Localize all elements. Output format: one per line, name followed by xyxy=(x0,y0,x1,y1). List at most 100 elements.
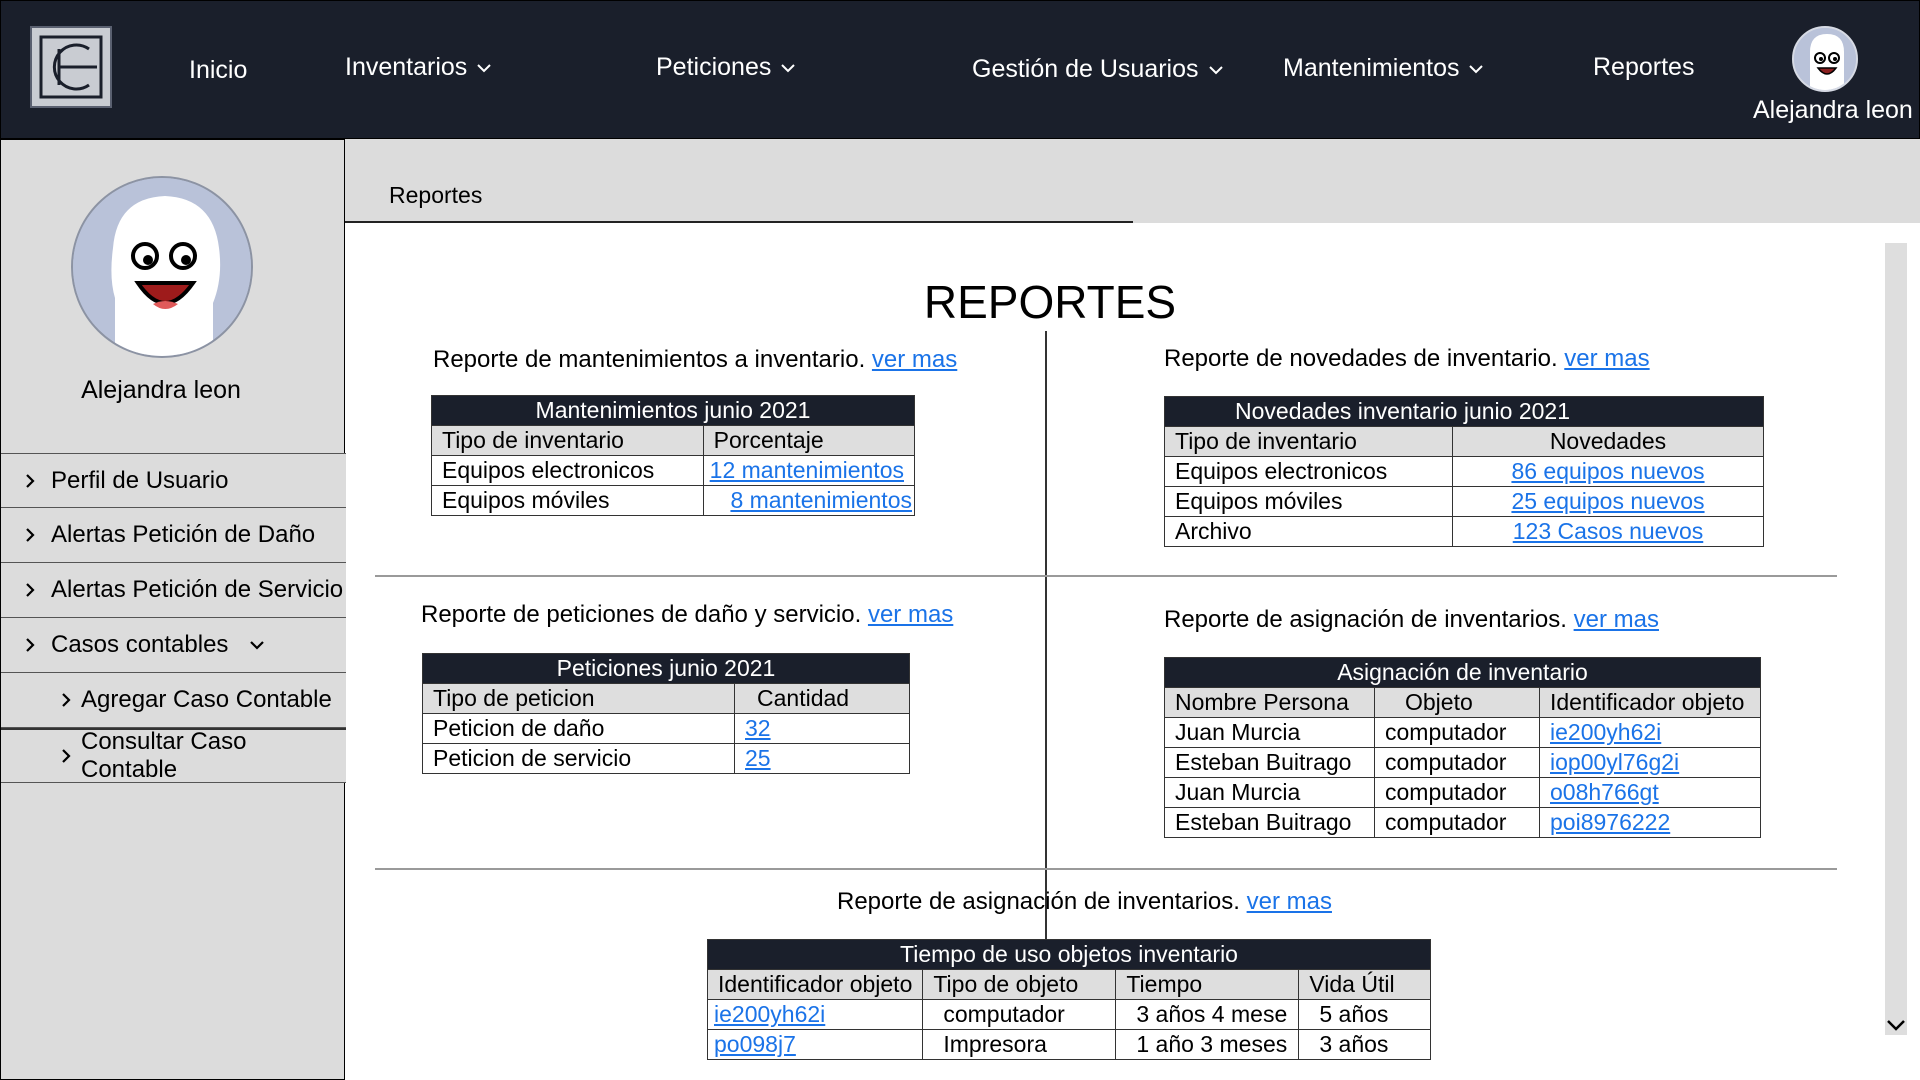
chevron-right-icon xyxy=(62,749,71,763)
ver-mas-link[interactable]: ver mas xyxy=(868,601,953,628)
report-novedades-title: Reporte de novedades de inventario. ver … xyxy=(1164,345,1650,373)
nav-inicio[interactable]: Inicio xyxy=(189,56,247,85)
avatar-face-icon xyxy=(1794,28,1856,90)
table-row: Esteban Buitrago computador poi8976222 xyxy=(1164,807,1761,838)
table-cell-link[interactable]: 12 mantenimientos xyxy=(710,457,904,483)
breadcrumb[interactable]: Reportes xyxy=(389,182,482,209)
chevron-right-icon xyxy=(26,528,35,542)
table-cell: Equipos electronicos xyxy=(1164,456,1453,487)
table-cell-link[interactable]: ie200yh62i xyxy=(1550,719,1661,745)
table-row: Equipos móviles 8 mantenimientos xyxy=(431,485,916,516)
nav-mantenimientos[interactable]: Mantenimientos xyxy=(1283,54,1485,83)
report-tiempo-uso-title: Reporte de asignación de inventarios. ve… xyxy=(837,888,1332,916)
table-cell-link[interactable]: po098j7 xyxy=(714,1031,796,1057)
table-cell-link[interactable]: iop00yl76g2i xyxy=(1550,749,1679,775)
table-cell-link[interactable]: 8 mantenimientos xyxy=(730,487,912,513)
user-avatar[interactable] xyxy=(1792,26,1858,92)
chevron-down-icon xyxy=(477,63,492,72)
table-header-row: Tipo de inventario Novedades xyxy=(1164,426,1764,457)
nav-reportes[interactable]: Reportes xyxy=(1593,53,1694,82)
ver-mas-link[interactable]: ver mas xyxy=(1574,606,1659,633)
table-cell: computador xyxy=(922,999,1117,1030)
chevron-down-icon xyxy=(1469,64,1484,73)
sidebar-item-alertas-dano[interactable]: Alertas Petición de Daño xyxy=(1,508,346,563)
table-title: Asignación de inventario xyxy=(1164,657,1761,688)
column-header: Objeto xyxy=(1374,687,1540,718)
scroll-down-icon[interactable] xyxy=(1883,1012,1909,1038)
nav-reportes-label: Reportes xyxy=(1593,53,1695,81)
reports-content: REPORTES Reporte de mantenimientos a inv… xyxy=(345,223,1885,1080)
report-asignacion-title: Reporte de asignación de inventarios. ve… xyxy=(1164,606,1659,634)
table-row: ie200yh62i computador 3 años 4 mese 5 añ… xyxy=(706,999,1431,1030)
table-cell: Peticion de daño xyxy=(422,713,735,744)
table-cell-link[interactable]: 86 equipos nuevos xyxy=(1511,458,1704,484)
table-title: Tiempo de uso objetos inventario xyxy=(707,939,1431,970)
sidebar-item-label: Agregar Caso Contable xyxy=(81,686,332,713)
table-cell: computador xyxy=(1374,807,1540,838)
table-cell-link[interactable]: poi8976222 xyxy=(1550,809,1670,835)
table-row: Peticion de servicio 25 xyxy=(422,743,910,774)
profile-avatar xyxy=(71,176,253,358)
sidebar-item-agregar-caso[interactable]: Agregar Caso Contable xyxy=(1,673,346,728)
column-header: Tipo de inventario xyxy=(431,425,704,456)
ver-mas-link[interactable]: ver mas xyxy=(872,346,957,373)
table-cell-link[interactable]: 32 xyxy=(745,715,771,741)
column-header: Identificador objeto xyxy=(706,969,924,1000)
nav-gestion-usuarios-label: Gestión de Usuarios xyxy=(972,55,1199,83)
sidebar-item-perfil[interactable]: Perfil de Usuario xyxy=(1,453,346,508)
sidebar-item-label: Alertas Petición de Daño xyxy=(51,521,316,548)
chevron-down-icon xyxy=(250,641,265,650)
sidebar: Alejandra leon Perfil de Usuario Alertas… xyxy=(0,139,346,1080)
table-row: Juan Murcia computador o08h766gt xyxy=(1164,777,1761,808)
chevron-right-icon xyxy=(62,693,71,707)
report-mantenimientos-title: Reporte de mantenimientos a inventario. … xyxy=(433,346,957,374)
sidebar-item-label: Casos contables xyxy=(51,631,229,658)
sidebar-item-label: Consultar Caso Contable xyxy=(81,728,247,783)
nav-peticiones[interactable]: Peticiones xyxy=(656,53,797,82)
table-cell: 3 años xyxy=(1298,1029,1431,1060)
content-scrollbar[interactable] xyxy=(1885,243,1907,1035)
table-cell: 5 años xyxy=(1298,999,1431,1030)
column-header: Porcentaje xyxy=(702,425,916,456)
table-row: Equipos móviles 25 equipos nuevos xyxy=(1164,486,1764,517)
avatar-face-icon xyxy=(73,178,251,356)
nav-inventarios[interactable]: Inventarios xyxy=(345,53,493,82)
column-header: Tipo de peticion xyxy=(422,683,735,714)
table-cell-link[interactable]: 123 Casos nuevos xyxy=(1513,518,1704,544)
table-header-row: Tipo de inventario Porcentaje xyxy=(431,425,916,456)
ver-mas-link[interactable]: ver mas xyxy=(1564,345,1649,372)
sidebar-menu: Perfil de Usuario Alertas Petición de Da… xyxy=(1,453,346,783)
table-cell-link[interactable]: o08h766gt xyxy=(1550,779,1659,805)
nav-mantenimientos-label: Mantenimientos xyxy=(1283,54,1460,82)
sidebar-user-name: Alejandra leon xyxy=(81,376,241,404)
sidebar-item-alertas-servicio[interactable]: Alertas Petición de Servicio xyxy=(1,563,346,618)
table-cell: 1 año 3 meses xyxy=(1115,1029,1300,1060)
sidebar-item-consultar-caso[interactable]: Consultar Caso Contable xyxy=(1,728,346,783)
table-cell: computador xyxy=(1374,777,1540,808)
table-title: Novedades inventario junio 2021 xyxy=(1164,396,1764,427)
table-cell-link[interactable]: 25 xyxy=(745,745,771,771)
nav-inventarios-label: Inventarios xyxy=(345,53,468,81)
peticiones-table: Peticiones junio 2021 Tipo de peticion C… xyxy=(422,653,910,774)
table-cell: 3 años 4 mese xyxy=(1115,999,1300,1030)
table-cell-link[interactable]: ie200yh62i xyxy=(714,1001,825,1027)
nav-gestion-usuarios[interactable]: Gestión de Usuarios xyxy=(972,55,1225,84)
ver-mas-link[interactable]: ver mas xyxy=(1247,888,1332,915)
table-cell: Archivo xyxy=(1164,516,1453,547)
tiempo-uso-table: Tiempo de uso objetos inventario Identif… xyxy=(706,939,1431,1060)
top-user-name[interactable]: Alejandra leon xyxy=(1753,96,1913,125)
table-cell: Equipos electronicos xyxy=(431,455,704,486)
column-header: Vida Útil xyxy=(1298,969,1431,1000)
app-logo[interactable] xyxy=(30,26,112,108)
chevron-right-icon xyxy=(26,638,35,652)
table-cell: Esteban Buitrago xyxy=(1164,807,1375,838)
table-row: Archivo 123 Casos nuevos xyxy=(1164,516,1764,547)
asignacion-table: Asignación de inventario Nombre Persona … xyxy=(1164,657,1761,838)
sidebar-item-casos-contables[interactable]: Casos contables xyxy=(1,618,346,673)
table-cell-link[interactable]: 25 equipos nuevos xyxy=(1511,488,1704,514)
novedades-table: Novedades inventario junio 2021 Tipo de … xyxy=(1164,396,1764,547)
table-row: Equipos electronicos 12 mantenimientos xyxy=(431,455,916,486)
nav-peticiones-label: Peticiones xyxy=(656,53,772,81)
table-title: Mantenimientos junio 2021 xyxy=(431,395,915,426)
nav-inicio-label: Inicio xyxy=(189,56,248,84)
